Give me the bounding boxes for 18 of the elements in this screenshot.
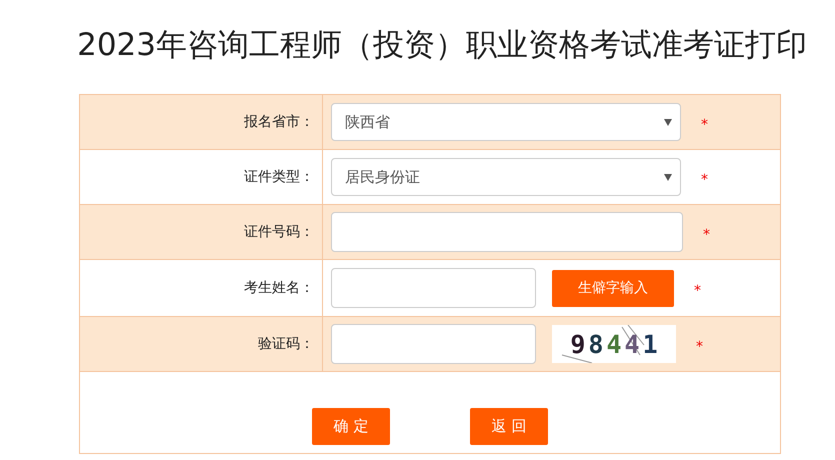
field-label: 证件号码：: [244, 223, 314, 241]
required-mark: *: [696, 339, 703, 355]
input-field[interactable]: [331, 268, 536, 308]
required-mark: *: [703, 227, 710, 243]
dropdown-field[interactable]: 居民身份证: [331, 158, 681, 196]
caret-icon: [664, 174, 672, 180]
field-label: 考生姓名：: [244, 279, 314, 297]
required-mark: *: [701, 117, 708, 133]
field-label: 报名省市：: [244, 113, 314, 131]
input-field[interactable]: [331, 324, 536, 364]
field-label: 验证码：: [258, 335, 314, 353]
dropdown-field[interactable]: 陕西省: [331, 103, 681, 141]
page-title: 2023年咨询工程师（投资）职业资格考试准考证打印: [76, 26, 808, 65]
caret-icon: [664, 118, 672, 126]
required-mark: *: [694, 283, 701, 299]
input-field[interactable]: [331, 212, 683, 252]
required-mark: *: [701, 172, 708, 188]
field-label: 证件类型：: [244, 168, 314, 186]
